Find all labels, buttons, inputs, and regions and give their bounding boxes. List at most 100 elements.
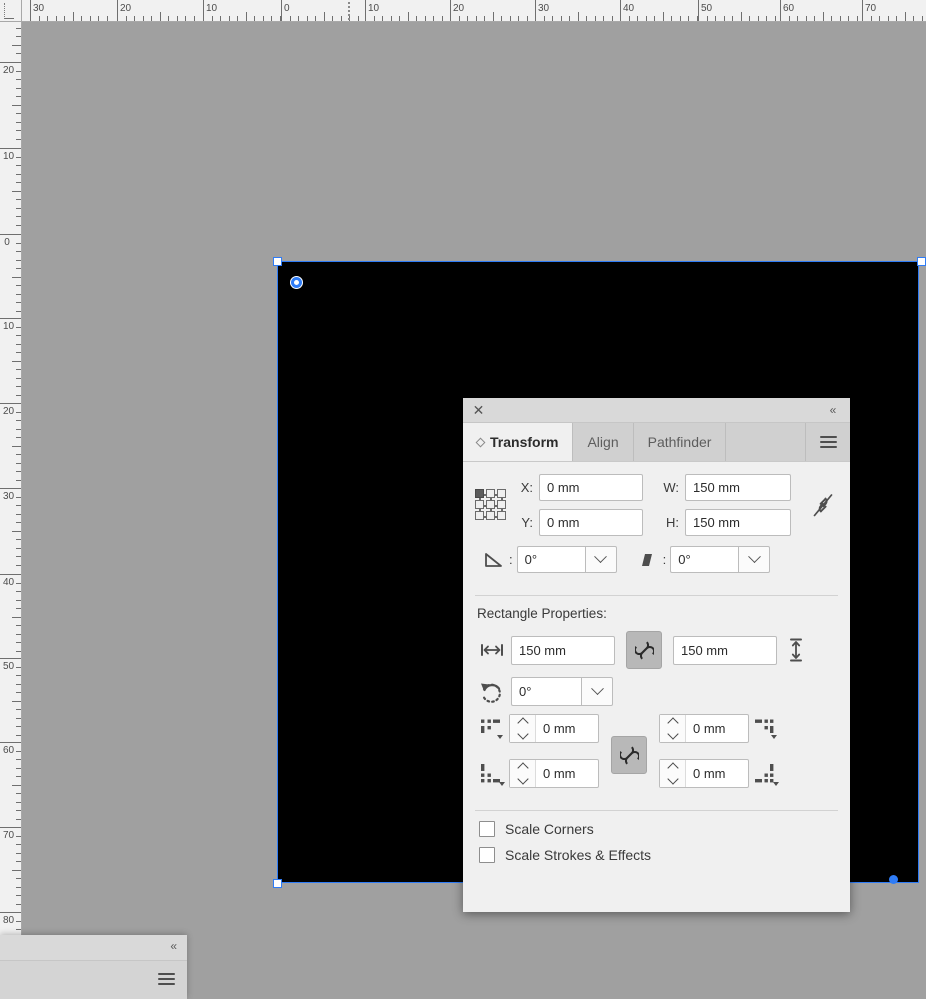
shear-dropdown-button[interactable] [738,546,771,573]
ruler-tick [16,53,21,55]
shear-combo[interactable] [670,546,771,573]
ruler-tick [176,16,178,21]
ruler-tick [16,251,21,253]
ruler-tick [0,318,21,319]
ruler-tick [805,16,807,21]
corner-bottom-right-spinner[interactable] [660,760,686,787]
scale-corners-row[interactable]: Scale Corners [479,821,836,837]
bottom-panel-collapse-icon[interactable]: « [170,939,177,953]
corner-top-left-spinner[interactable] [510,715,536,742]
link-corners-icon[interactable] [611,736,647,774]
rect-rotation-dropdown-button[interactable] [581,677,613,706]
link-width-height-icon[interactable] [626,631,662,669]
ruler-tick [450,0,451,21]
broken-link-icon[interactable] [810,490,836,520]
ruler-tick [839,16,841,21]
ruler-tick [16,608,21,610]
corner-bottom-right-stepper[interactable] [659,759,749,788]
ruler-corner[interactable] [0,0,22,22]
bottom-left-panel[interactable]: « [0,935,187,999]
x-label: X: [520,480,533,495]
angle-label: : [509,552,513,567]
rect-height-input[interactable] [673,635,777,665]
ruler-tick [671,16,673,21]
tab-align[interactable]: Align [573,423,634,461]
ruler-tick [16,505,21,507]
ruler-label: 70 [865,3,877,14]
ruler-tick [0,574,21,575]
ruler-tick [399,16,401,21]
scale-strokes-checkbox[interactable] [479,847,495,863]
ruler-tick [870,16,872,21]
live-corner-widget[interactable] [889,875,898,884]
ruler-tick [12,784,21,786]
scale-strokes-row[interactable]: Scale Strokes & Effects [479,847,836,863]
corner-top-left-icon[interactable] [477,717,507,741]
ruler-tick [16,564,21,566]
ruler-tick [220,16,222,21]
vertical-ruler[interactable]: 20 10 0 10 20 30 40 50 60 70 80 [0,22,22,999]
ruler-tick [16,130,21,132]
corner-bottom-left-input[interactable] [536,760,598,787]
h-input[interactable] [685,509,791,536]
ruler-tick [390,16,392,21]
transform-panel[interactable]: ✕ « Transform Align Pathfinder X: 0 mm W… [463,398,850,912]
corner-top-right-stepper[interactable] [659,714,749,743]
ruler-tick [822,12,824,21]
close-icon[interactable]: ✕ [470,402,487,419]
shear-input[interactable] [670,546,739,573]
ruler-tick [788,16,790,21]
ruler-tick [16,878,21,880]
y-label: Y: [521,515,533,530]
corner-bottom-left-spinner[interactable] [510,760,536,787]
tab-pathfinder[interactable]: Pathfinder [633,423,727,461]
panel-titlebar[interactable]: ✕ « [463,398,850,423]
ruler-tick [780,0,781,21]
x-input[interactable] [539,474,643,501]
corner-top-right-spinner[interactable] [660,715,686,742]
selection-handle-top-right[interactable] [917,257,926,266]
scale-corners-checkbox[interactable] [479,821,495,837]
corner-bottom-right-icon[interactable] [751,762,781,786]
horizontal-ruler[interactable]: 30 20 10 0 10 20 30 40 50 60 70 [22,0,926,22]
rect-rotation-combo[interactable] [511,677,613,706]
ruler-tick [289,16,291,21]
corner-bottom-left-icon[interactable] [477,762,507,786]
collapse-panel-icon[interactable]: « [824,401,842,419]
ruler-tick [645,16,647,21]
bottom-panel-titlebar[interactable]: « [0,935,187,961]
rect-width-input[interactable] [511,635,615,665]
corner-top-right-icon[interactable] [751,717,781,741]
corner-top-left-input[interactable] [536,715,598,742]
panel-tab-bar[interactable]: Transform Align Pathfinder [463,423,850,462]
ruler-tick [16,895,21,897]
ruler-tick [16,556,21,558]
angle-input[interactable] [516,546,585,573]
ruler-tick [228,16,230,21]
ruler-tick [492,12,494,21]
corner-top-left-stepper[interactable] [509,714,599,743]
w-input[interactable] [685,474,791,501]
angle-combo[interactable] [516,546,617,573]
anchor-point-widget[interactable] [291,277,302,288]
corner-bottom-left-stepper[interactable] [509,759,599,788]
tab-transform[interactable]: Transform [463,423,574,461]
scale-strokes-label: Scale Strokes & Effects [505,847,652,863]
ruler-label: 60 [783,3,795,14]
angle-dropdown-button[interactable] [584,546,617,573]
corner-bottom-right-input[interactable] [686,760,748,787]
panel-menu-icon[interactable] [806,423,850,461]
ruler-label: 40 [3,577,15,588]
reference-point-grid-icon[interactable] [475,489,507,521]
ruler-tick [203,0,204,21]
ruler-tick [16,650,21,652]
ruler-tick [16,496,21,498]
rect-rotation-input[interactable] [511,677,581,706]
ruler-tick [16,709,21,711]
ruler-tick [298,16,300,21]
y-input[interactable] [539,509,643,536]
ruler-origin-marker [4,3,14,19]
tab-align-label: Align [587,434,619,450]
bottom-panel-menu-icon[interactable] [158,970,175,988]
corner-top-right-input[interactable] [686,715,748,742]
